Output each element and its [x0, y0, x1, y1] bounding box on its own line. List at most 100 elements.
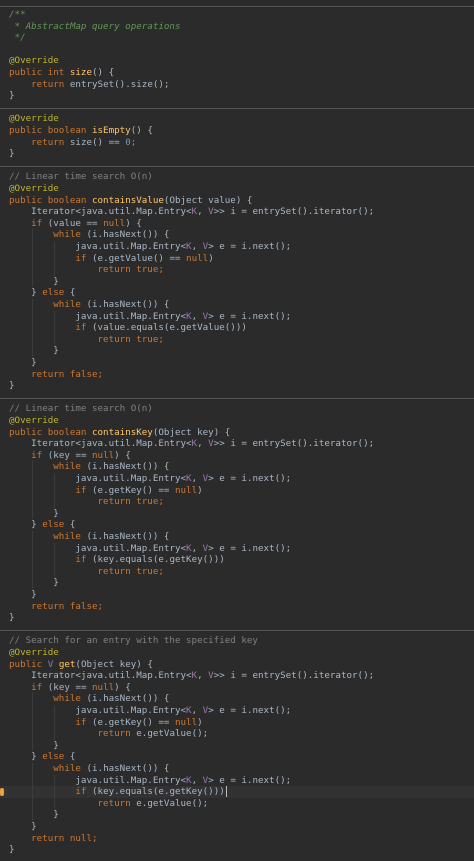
code-token: while — [53, 763, 87, 774]
code-token: > e = i.next(); — [208, 542, 292, 554]
code-token: Iterator<java.util.Map.Entry< — [9, 670, 192, 682]
code-line[interactable]: return true; — [0, 264, 474, 276]
code-line[interactable]: while (i.hasNext()) { — [0, 299, 474, 311]
code-line[interactable]: if (key.equals(e.getKey())) — [0, 554, 474, 566]
code-editor[interactable]: /** * AbstractMap query operations */ @Ov… — [0, 0, 474, 861]
code-line[interactable]: return true; — [0, 334, 474, 346]
code-line[interactable]: @Override — [0, 415, 474, 427]
code-line[interactable]: return false; — [0, 601, 474, 613]
code-line-text: Iterator<java.util.Map.Entry<K, V>> i = … — [9, 438, 374, 450]
code-line[interactable]: @Override — [0, 183, 474, 195]
code-line[interactable]: // Linear time search O(n) — [0, 403, 474, 415]
code-line[interactable]: Iterator<java.util.Map.Entry<K, V>> i = … — [0, 438, 474, 450]
code-line[interactable]: Iterator<java.util.Map.Entry<K, V>> i = … — [0, 670, 474, 682]
code-token: ) { — [114, 681, 131, 693]
code-token: (e.getKey() == — [92, 716, 175, 728]
code-line[interactable]: /** — [0, 9, 474, 21]
code-line[interactable]: } — [0, 809, 474, 821]
code-line[interactable]: if (value.equals(e.getValue())) — [0, 322, 474, 334]
code-line[interactable]: if (key == null) { — [0, 682, 474, 694]
code-line[interactable]: } — [0, 148, 474, 160]
code-line[interactable]: while (i.hasNext()) { — [0, 229, 474, 241]
code-token: return true — [97, 264, 159, 276]
code-line-text: java.util.Map.Entry<K, V> e = i.next(); — [9, 543, 291, 555]
code-line[interactable]: } — [0, 508, 474, 520]
code-line[interactable]: } — [0, 345, 474, 357]
code-line-text: public V get(Object key) { — [9, 659, 153, 671]
code-token: null — [103, 217, 126, 229]
code-line[interactable]: while (i.hasNext()) { — [0, 693, 474, 705]
code-line[interactable]: // Search for an entry with the specifie… — [0, 635, 474, 647]
code-line[interactable]: return entrySet().size(); — [0, 79, 474, 91]
code-token: return true — [97, 333, 159, 345]
code-line[interactable]: while (i.hasNext()) { — [0, 763, 474, 775]
code-line[interactable]: java.util.Map.Entry<K, V> e = i.next(); — [0, 473, 474, 485]
code-token: null — [92, 449, 115, 461]
code-token: >> i = entrySet().iterator(); — [213, 670, 375, 682]
code-token: if — [75, 786, 92, 798]
code-line[interactable]: } else { — [0, 287, 474, 299]
code-line[interactable]: return true; — [0, 496, 474, 508]
code-token: > e = i.next(); — [208, 774, 292, 786]
code-line-text: } — [9, 148, 15, 160]
code-line[interactable]: public boolean containsValue(Object valu… — [0, 195, 474, 207]
code-line[interactable]: } — [0, 821, 474, 833]
code-line-text: java.util.Map.Entry<K, V> e = i.next(); — [9, 311, 291, 323]
indent-guide — [32, 763, 34, 821]
code-line[interactable]: return size() == 0; — [0, 137, 474, 149]
breakpoint-marker-icon[interactable] — [0, 788, 4, 797]
code-line[interactable]: if (e.getKey() == null) — [0, 485, 474, 497]
code-line[interactable]: java.util.Map.Entry<K, V> e = i.next(); — [0, 705, 474, 717]
code-line[interactable]: } — [0, 844, 474, 856]
indent-guide — [32, 461, 34, 520]
code-line[interactable]: } else { — [0, 519, 474, 531]
code-line[interactable]: Iterator<java.util.Map.Entry<K, V>> i = … — [0, 206, 474, 218]
code-line[interactable]: while (i.hasNext()) { — [0, 531, 474, 543]
code-token: while — [53, 461, 87, 473]
code-line[interactable]: } — [0, 740, 474, 752]
code-line[interactable]: java.util.Map.Entry<K, V> e = i.next(); — [0, 241, 474, 253]
code-line[interactable]: } — [0, 612, 474, 624]
code-line[interactable]: return true; — [0, 566, 474, 578]
code-line[interactable]: if (e.getValue() == null) — [0, 253, 474, 265]
code-line[interactable]: public int size() { — [0, 67, 474, 79]
code-line[interactable]: java.util.Map.Entry<K, V> e = i.next(); — [0, 775, 474, 787]
code-line[interactable]: if (value == null) { — [0, 218, 474, 230]
code-token: @Override — [9, 55, 59, 67]
code-line[interactable]: } else { — [0, 751, 474, 763]
code-line-text: } — [9, 508, 59, 520]
code-line[interactable]: while (i.hasNext()) { — [0, 461, 474, 473]
code-line[interactable]: @Override — [0, 113, 474, 125]
code-token: } — [9, 148, 15, 160]
code-line-text: java.util.Map.Entry<K, V> e = i.next(); — [9, 705, 291, 717]
code-line[interactable]: } — [0, 589, 474, 601]
code-token: @Override — [9, 647, 59, 658]
code-line[interactable]: return false; — [0, 369, 474, 381]
code-line[interactable]: java.util.Map.Entry<K, V> e = i.next(); — [0, 543, 474, 555]
code-line-text: } else { — [9, 751, 75, 763]
code-line[interactable]: public boolean containsKey(Object key) { — [0, 427, 474, 439]
code-line[interactable]: if (e.getKey() == null) — [0, 717, 474, 729]
code-line[interactable]: } — [0, 276, 474, 288]
code-line[interactable]: return e.getValue(); — [0, 798, 474, 810]
code-line[interactable]: } — [0, 357, 474, 369]
code-line[interactable]: java.util.Map.Entry<K, V> e = i.next(); — [0, 311, 474, 323]
code-line[interactable]: } — [0, 577, 474, 589]
code-line[interactable] — [0, 44, 474, 56]
code-line[interactable]: } — [0, 380, 474, 392]
code-line[interactable]: if (key == null) { — [0, 450, 474, 462]
code-line[interactable]: public V get(Object key) { — [0, 659, 474, 671]
code-line[interactable]: public boolean isEmpty() { — [0, 125, 474, 137]
code-line[interactable]: } — [0, 90, 474, 102]
code-line-text: } — [9, 380, 15, 392]
code-line[interactable]: return e.getValue(); — [0, 728, 474, 740]
code-line[interactable]: * AbstractMap query operations — [0, 21, 474, 33]
code-line[interactable]: return null; — [0, 833, 474, 845]
code-line[interactable]: */ — [0, 32, 474, 44]
code-line[interactable]: @Override — [0, 55, 474, 67]
code-line[interactable]: @Override — [0, 647, 474, 659]
code-line[interactable]: if (key.equals(e.getKey())) — [0, 786, 474, 798]
code-line[interactable]: // Linear time search O(n) — [0, 171, 474, 183]
code-token: } — [9, 589, 37, 600]
